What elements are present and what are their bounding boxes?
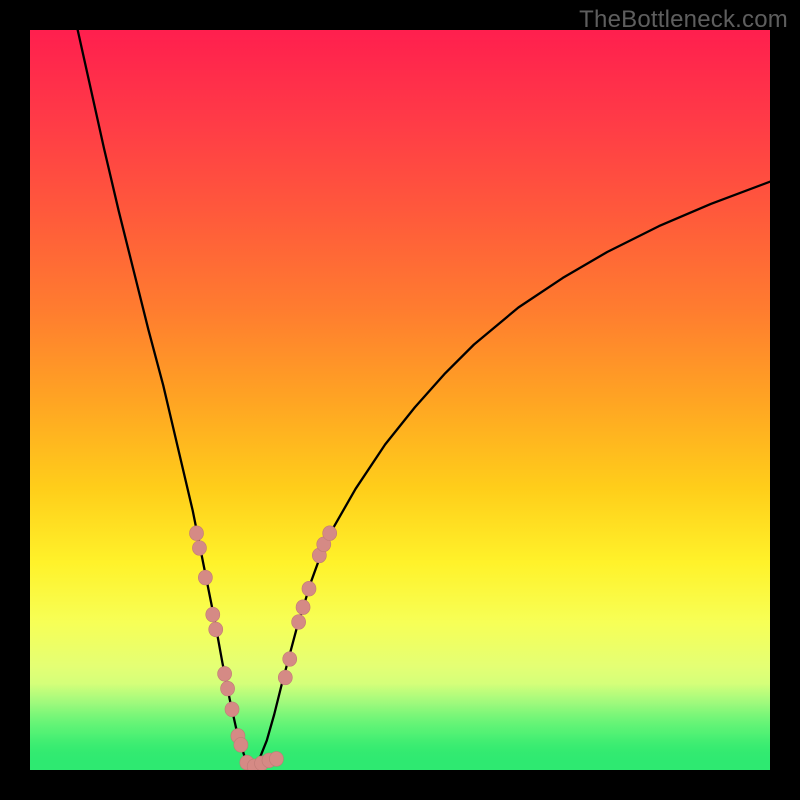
good-zone-core bbox=[30, 760, 770, 770]
data-marker bbox=[221, 681, 235, 696]
data-marker bbox=[189, 526, 203, 541]
data-marker bbox=[269, 752, 283, 767]
data-marker bbox=[302, 581, 316, 596]
data-marker bbox=[283, 652, 297, 667]
data-marker bbox=[192, 541, 206, 556]
data-marker bbox=[198, 570, 212, 585]
good-zone-band bbox=[30, 684, 770, 770]
data-marker bbox=[278, 670, 292, 685]
data-marker bbox=[218, 666, 232, 681]
plot-area bbox=[30, 30, 770, 770]
data-marker bbox=[323, 526, 337, 541]
chart-container: TheBottleneck.com bbox=[0, 0, 800, 800]
watermark-text: TheBottleneck.com bbox=[579, 6, 788, 34]
data-marker bbox=[296, 600, 310, 615]
bottleneck-chart-svg bbox=[30, 30, 770, 770]
data-marker bbox=[225, 702, 239, 717]
data-marker bbox=[234, 737, 248, 752]
data-marker bbox=[206, 607, 220, 622]
data-marker bbox=[209, 622, 223, 637]
gradient-background bbox=[30, 30, 770, 770]
data-marker bbox=[292, 615, 306, 630]
